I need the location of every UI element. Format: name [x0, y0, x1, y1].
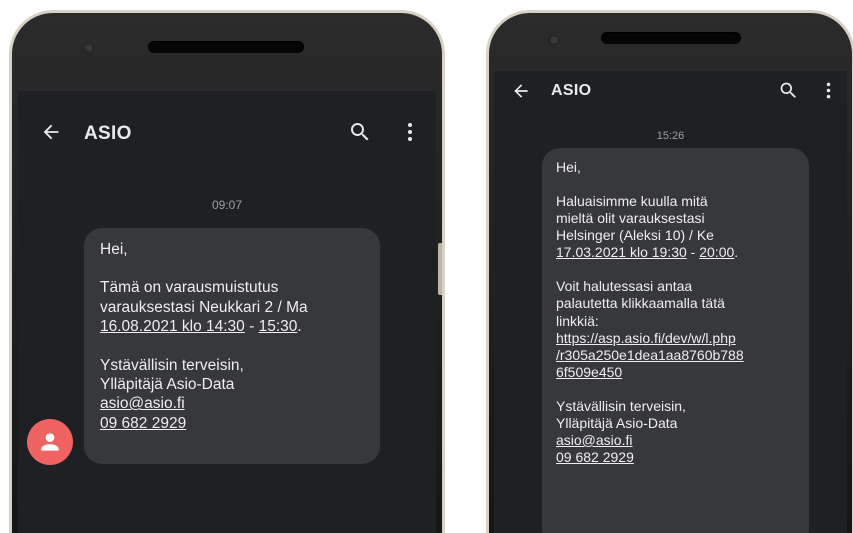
feedback-url-link[interactable]: 6f509e450: [556, 364, 795, 381]
side-button: [438, 243, 442, 295]
front-camera: [84, 43, 94, 53]
period-text: .: [297, 318, 302, 336]
message-text-line: 17.03.2021 klo 19:30 - 20:00.: [556, 244, 795, 261]
period-text: .: [734, 244, 739, 261]
phone-link[interactable]: 09 682 2929: [556, 449, 795, 466]
app-bar: ASIO: [18, 91, 436, 181]
phone-right: ASIO 15:26 Hei, Haluaisimme kuulla mitä …: [486, 10, 853, 533]
message-text-line: Haluaisimme kuulla mitä: [556, 193, 708, 210]
feedback-url-link[interactable]: /r305a250e1dea1aa8760b788: [556, 347, 795, 364]
dash-text: -: [244, 318, 259, 336]
search-icon[interactable]: [348, 120, 372, 149]
search-icon[interactable]: [778, 80, 799, 106]
message-greeting: Hei,: [556, 159, 581, 175]
date-link[interactable]: 16.08.2021 klo 14:30: [100, 318, 245, 335]
time-link[interactable]: 20:00: [699, 244, 734, 260]
more-vert-icon[interactable]: [398, 120, 422, 149]
time-link[interactable]: 15:30: [259, 318, 298, 335]
feedback-url-link[interactable]: https://asp.asio.fi/dev/w/l.php: [556, 330, 795, 347]
front-camera: [549, 35, 559, 45]
message-greeting: Hei,: [100, 241, 128, 258]
message-timestamp: 15:26: [656, 130, 685, 142]
app-bar: ASIO: [494, 71, 847, 111]
messages-screen: ASIO 15:26 Hei, Haluaisimme kuulla mitä …: [494, 71, 847, 533]
email-link[interactable]: asio@asio.fi: [556, 432, 795, 449]
arrow-left-icon[interactable]: [40, 121, 62, 148]
message-text-line: varauksestasi Neukkari 2 / Ma: [100, 298, 308, 316]
message-text-line: mieltä olit varauksestasi: [556, 210, 705, 227]
phone-link[interactable]: 09 682 2929: [100, 414, 364, 433]
date-link[interactable]: 17.03.2021 klo 19:30: [556, 244, 687, 260]
message-bubble[interactable]: Hei, Haluaisimme kuulla mitä mieltä olit…: [542, 148, 809, 533]
regards-text: Ystävällisin terveisin,: [556, 397, 686, 414]
earpiece-speaker: [148, 41, 304, 53]
message-text-line: 16.08.2021 klo 14:30 - 15:30.: [100, 317, 364, 336]
message-text-line: linkkiä:: [556, 312, 599, 329]
phone-left: ASIO 09:07 Hei, Tämä on varausmuistutus …: [9, 10, 445, 533]
regards-text: Ystävällisin terveisin,: [100, 356, 244, 374]
message-text-line: Voit halutessasi antaa: [556, 278, 693, 295]
message-text-line: Tämä on varausmuistutus: [100, 279, 279, 297]
dash-text: -: [686, 244, 700, 261]
earpiece-speaker: [601, 32, 741, 44]
message-bubble[interactable]: Hei, Tämä on varausmuistutus varauksesta…: [84, 228, 380, 464]
message-text-line: palautetta klikkaamalla tätä: [556, 295, 725, 312]
person-icon[interactable]: [27, 419, 73, 465]
conversation-title: ASIO: [551, 82, 592, 99]
messages-screen: ASIO 09:07 Hei, Tämä on varausmuistutus …: [18, 91, 436, 533]
sender-text: Ylläpitäjä Asio-Data: [100, 375, 235, 393]
message-text-line: Helsinger (Aleksi 10) / Ke: [556, 227, 714, 244]
email-link[interactable]: asio@asio.fi: [100, 394, 364, 413]
message-timestamp: 09:07: [211, 198, 243, 212]
sender-text: Ylläpitäjä Asio-Data: [556, 414, 678, 431]
phone-bezel: [12, 13, 442, 89]
more-vert-icon[interactable]: [818, 80, 839, 106]
arrow-left-icon[interactable]: [511, 81, 531, 106]
conversation-title: ASIO: [84, 123, 132, 144]
